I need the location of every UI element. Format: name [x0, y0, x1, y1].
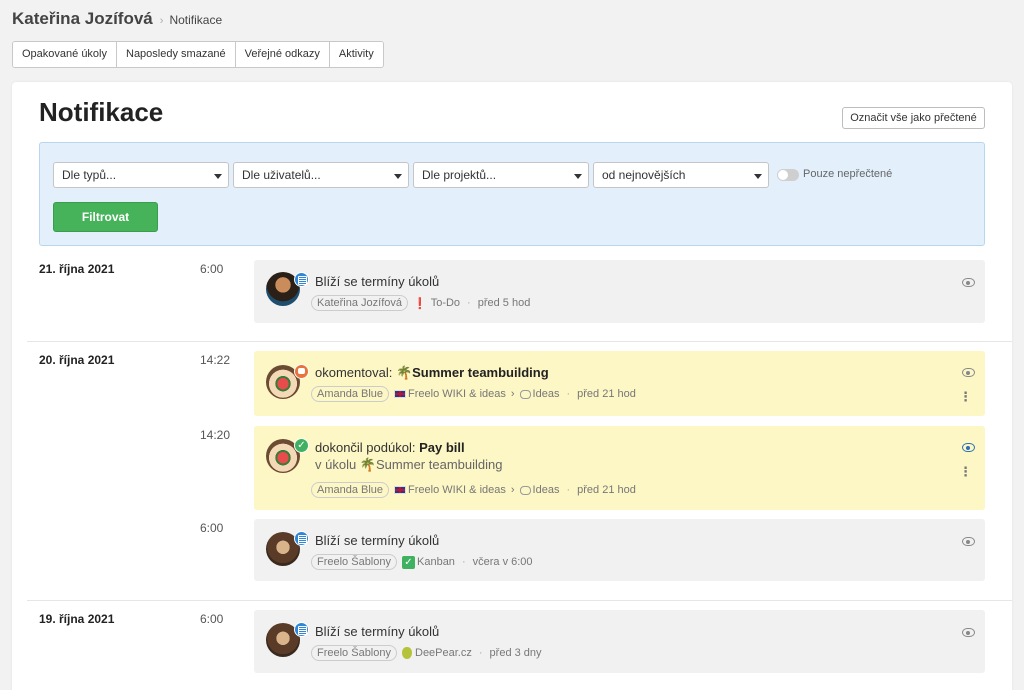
date-heading: 21. října 2021	[39, 262, 115, 276]
notification-item[interactable]: okomentoval: 🌴Summer teambuilding Amanda…	[254, 351, 985, 416]
sort-select[interactable]: od nejnovějších	[593, 162, 769, 188]
breadcrumb-chevron-icon: ›	[159, 15, 164, 27]
calendar-icon	[294, 531, 309, 546]
tab-recurring-tasks[interactable]: Opakované úkoly	[13, 42, 117, 67]
relative-time: před 21 hod	[577, 388, 636, 400]
notification-text: Blíží se termíny úkolů	[315, 624, 440, 639]
notification-action: dokončil podúkol:	[315, 440, 416, 455]
user-tag[interactable]: Amanda Blue	[311, 482, 390, 498]
type-filter-select[interactable]: Dle typů...	[53, 162, 229, 188]
sort-value: od nejnovějších	[602, 168, 686, 182]
task-link[interactable]: Summer teambuilding	[412, 365, 549, 380]
list-link[interactable]: Ideas	[533, 484, 560, 496]
tab-public-links[interactable]: Veřejné odkazy	[235, 42, 330, 67]
breadcrumb-user[interactable]: Kateřina Jozífová	[12, 9, 153, 29]
project-filter-select[interactable]: Dle projektů...	[413, 162, 589, 188]
parent-task-link[interactable]: Summer teambuilding	[376, 457, 502, 472]
list-link[interactable]: Ideas	[533, 388, 560, 400]
calendar-icon	[294, 272, 309, 287]
notification-time: 14:20	[200, 428, 231, 442]
user-tag[interactable]: Freelo Šablony	[311, 645, 397, 661]
uk-flag-icon	[394, 390, 407, 398]
exclamation-icon: ❗	[413, 297, 427, 310]
caret-down-icon	[754, 174, 762, 179]
user-tag[interactable]: Amanda Blue	[311, 386, 390, 402]
unread-only-toggle[interactable]	[777, 169, 799, 181]
unread-only-label: Pouze nepřečtené	[803, 168, 893, 180]
notification-time: 6:00	[200, 262, 224, 276]
uk-flag-icon	[394, 486, 407, 494]
calendar-icon	[294, 622, 309, 637]
comment-icon	[294, 364, 309, 379]
notification-text: Blíží se termíny úkolů	[315, 533, 440, 548]
relative-time: před 21 hod	[577, 484, 636, 496]
more-options-icon[interactable]: ⋮	[959, 465, 972, 478]
group-divider	[27, 341, 1012, 342]
user-tag[interactable]: Kateřina Jozífová	[311, 295, 408, 311]
eye-icon[interactable]	[962, 368, 975, 377]
breadcrumb-page: Notifikace	[169, 13, 223, 27]
group-divider	[27, 600, 1012, 601]
tab-bar: Opakované úkoly Naposledy smazané Veřejn…	[12, 41, 384, 68]
eye-icon[interactable]	[962, 537, 975, 546]
parent-task-prefix: v úkolu	[315, 457, 357, 472]
caret-down-icon	[214, 174, 222, 179]
notification-time: 6:00	[200, 612, 224, 626]
type-filter-value: Dle typů...	[62, 168, 117, 182]
mark-all-read-button[interactable]: Označit vše jako přečtené	[842, 107, 985, 129]
project-link[interactable]: Freelo WIKI & ideas	[408, 484, 506, 496]
user-filter-value: Dle uživatelů...	[242, 168, 321, 182]
page-title: Notifikace	[39, 97, 164, 127]
list-link[interactable]: To-Do	[431, 297, 460, 309]
eye-icon[interactable]	[962, 628, 975, 637]
project-filter-value: Dle projektů...	[422, 168, 497, 182]
subtask-link[interactable]: Pay bill	[419, 440, 465, 455]
date-heading: 20. října 2021	[39, 353, 115, 367]
tab-recently-deleted[interactable]: Naposledy smazané	[117, 42, 236, 67]
filter-button[interactable]: Filtrovat	[53, 202, 158, 232]
notification-item[interactable]: Blíží se termíny úkolů Freelo Šablony De…	[254, 610, 985, 673]
notification-text: Blíží se termíny úkolů	[315, 274, 440, 289]
eye-icon[interactable]	[962, 443, 975, 452]
caret-down-icon	[574, 174, 582, 179]
pear-icon	[402, 647, 412, 659]
chevron-right-icon: ›	[510, 388, 515, 400]
relative-time: před 3 dny	[489, 647, 542, 659]
relative-time: včera v 6:00	[472, 556, 533, 568]
filter-panel: Dle typů... Dle uživatelů... Dle projekt…	[39, 142, 985, 246]
tab-activities[interactable]: Aktivity	[329, 42, 383, 67]
notification-item[interactable]: Blíží se termíny úkolů Kateřina Jozífová…	[254, 260, 985, 323]
notification-item[interactable]: ✓ dokončil podúkol: Pay bill v úkolu 🌴Su…	[254, 426, 985, 510]
notification-time: 14:22	[200, 353, 231, 367]
speech-bubble-icon	[519, 485, 531, 495]
date-heading: 19. října 2021	[39, 612, 115, 626]
breadcrumb: Kateřina Jozífová › Notifikace	[12, 9, 222, 29]
list-link[interactable]: Kanban	[417, 556, 455, 568]
caret-down-icon	[394, 174, 402, 179]
more-options-icon[interactable]: ⋮	[959, 390, 972, 403]
speech-bubble-icon	[519, 389, 531, 399]
user-filter-select[interactable]: Dle uživatelů...	[233, 162, 409, 188]
checkbox-icon: ✓	[402, 555, 415, 569]
eye-icon[interactable]	[962, 278, 975, 287]
check-icon: ✓	[294, 438, 309, 453]
palm-icon: 🌴	[395, 365, 413, 380]
chevron-right-icon: ›	[510, 484, 515, 496]
notification-time: 6:00	[200, 521, 224, 535]
palm-icon: 🌴	[359, 457, 377, 472]
user-tag[interactable]: Freelo Šablony	[311, 554, 397, 570]
list-link[interactable]: DeePear.cz	[415, 647, 472, 659]
relative-time: před 5 hod	[477, 297, 531, 309]
notification-item[interactable]: Blíží se termíny úkolů Freelo Šablony ✓ …	[254, 519, 985, 581]
notification-action: okomentoval:	[315, 365, 393, 380]
project-link[interactable]: Freelo WIKI & ideas	[408, 388, 506, 400]
